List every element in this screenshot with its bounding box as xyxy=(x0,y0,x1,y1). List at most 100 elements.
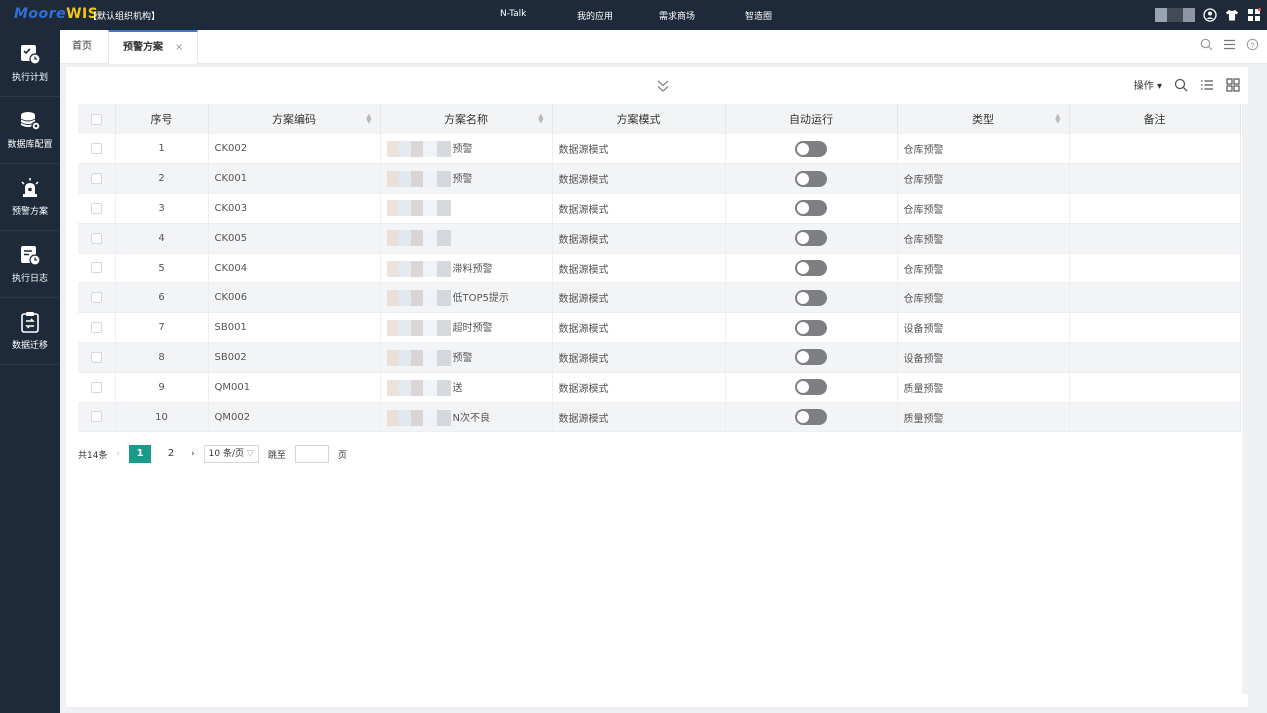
row-checkbox[interactable] xyxy=(90,381,102,393)
column-header-code[interactable]: 方案编码 ▲ ▼ xyxy=(208,104,381,134)
column-header-auto-run: 自动运行 xyxy=(725,104,898,134)
cell-no: 3 xyxy=(115,193,209,224)
app-logo[interactable]: MooreWIS xyxy=(14,6,98,22)
table-search-icon[interactable] xyxy=(1174,78,1188,92)
nav-my-apps[interactable]: 我的应用 xyxy=(577,9,613,22)
cell-code: SB001 xyxy=(208,312,381,344)
row-select-cell[interactable] xyxy=(78,282,116,314)
page-size-value: 10 条/页 xyxy=(208,449,245,459)
column-header-name[interactable]: 方案名称 ▲ ▼ xyxy=(380,104,553,134)
table-row[interactable]: 7 SB001 超时预警 数据源模式 设备预警 xyxy=(78,312,1241,344)
auto-run-toggle[interactable] xyxy=(795,260,827,277)
sidebar-item-warning[interactable]: 预警方案 xyxy=(0,164,60,231)
list-view-icon[interactable] xyxy=(1200,78,1214,92)
row-select-cell[interactable] xyxy=(78,253,116,284)
sidebar-item-log[interactable]: 执行日志 xyxy=(0,231,60,298)
table-row[interactable]: 10 QM002 N次不良 数据源模式 质量预警 xyxy=(78,402,1241,433)
redacted-text xyxy=(386,260,451,277)
sidebar-item-label: 预警方案 xyxy=(11,207,48,217)
nav-ntalk[interactable]: N-Talk xyxy=(500,9,526,19)
select-all-header[interactable] xyxy=(78,104,116,134)
tab-close-icon[interactable]: × xyxy=(175,42,183,53)
content-card: 操作 ▾ 序号 方案编码 ▲ ▼ 方案名称 ▲ ▼ 方案模式 自动运行 类型 ▲ ▼ 备注 … xyxy=(66,67,1248,707)
nav-demand-market[interactable]: 需求商场 xyxy=(659,9,695,22)
warning-plan-table: 序号 方案编码 ▲ ▼ 方案名称 ▲ ▼ 方案模式 自动运行 类型 ▲ ▼ 备注 1 CK00… xyxy=(78,104,1241,433)
table-row[interactable]: 1 CK002 预警 数据源模式 仓库预警 xyxy=(78,134,1241,165)
table-row[interactable]: 9 QM001 送 数据源模式 质量预警 xyxy=(78,372,1241,403)
column-header-type[interactable]: 类型 ▲ ▼ xyxy=(897,104,1070,134)
jump-page-input[interactable] xyxy=(294,445,329,463)
cell-code: SB002 xyxy=(208,342,381,373)
tab-warning-plan[interactable]: 预警方案 × xyxy=(108,30,199,64)
auto-run-toggle[interactable] xyxy=(795,319,827,336)
cell-no: 4 xyxy=(115,223,209,254)
redacted-text xyxy=(386,200,451,217)
row-checkbox[interactable] xyxy=(90,262,102,274)
sort-icon[interactable]: ▲ ▼ xyxy=(366,113,371,125)
row-select-cell[interactable] xyxy=(78,134,116,165)
search-icon[interactable] xyxy=(1200,38,1213,51)
auto-run-toggle[interactable] xyxy=(795,349,827,366)
cell-type: 设备预警 xyxy=(897,312,1070,344)
auto-run-toggle[interactable] xyxy=(795,289,827,306)
cell-auto-run xyxy=(725,402,898,433)
apps-grid-icon[interactable] xyxy=(1247,8,1261,22)
row-select-cell[interactable] xyxy=(78,342,116,373)
sidebar-item-database[interactable]: 数据库配置 xyxy=(0,97,60,164)
redacted-text xyxy=(386,409,451,426)
vertical-scrollbar[interactable] xyxy=(1242,104,1248,694)
auto-run-toggle[interactable] xyxy=(795,170,827,187)
cell-no: 8 xyxy=(115,342,209,373)
table-row[interactable]: 2 CK001 预警 数据源模式 仓库预警 xyxy=(78,163,1241,195)
org-name[interactable]: 【默认组织机构】 xyxy=(88,9,160,22)
table-row[interactable]: 4 CK005 数据源模式 仓库预警 xyxy=(78,223,1241,254)
row-select-cell[interactable] xyxy=(78,312,116,344)
row-checkbox[interactable] xyxy=(90,142,102,154)
sidebar-item-plan[interactable]: 执行计划 xyxy=(0,30,60,97)
auto-run-toggle[interactable] xyxy=(795,230,827,247)
sort-icon[interactable]: ▲ ▼ xyxy=(1055,113,1060,125)
auto-run-toggle[interactable] xyxy=(795,409,827,426)
row-checkbox[interactable] xyxy=(90,321,102,333)
page-number-current[interactable]: 1 xyxy=(129,445,152,463)
row-checkbox[interactable] xyxy=(90,232,102,244)
row-select-cell[interactable] xyxy=(78,223,116,254)
sort-icon[interactable]: ▲ ▼ xyxy=(538,113,543,125)
row-select-cell[interactable] xyxy=(78,402,116,433)
table-row[interactable]: 6 CK006 低TOP5提示 数据源模式 仓库预警 xyxy=(78,282,1241,314)
cell-name-text: 预警 xyxy=(452,352,473,364)
shirt-icon[interactable] xyxy=(1225,8,1239,22)
cell-remark xyxy=(1069,253,1241,284)
prev-page-icon[interactable]: ‹ xyxy=(116,449,120,459)
next-page-icon[interactable]: › xyxy=(191,449,195,459)
row-checkbox[interactable] xyxy=(90,411,102,423)
row-select-cell[interactable] xyxy=(78,193,116,224)
help-icon[interactable]: ? xyxy=(1246,38,1259,51)
nav-smart-circle[interactable]: 智造圈 xyxy=(745,9,772,22)
menu-icon[interactable] xyxy=(1223,38,1236,51)
row-checkbox[interactable] xyxy=(90,172,102,184)
redacted-text xyxy=(386,171,451,188)
page-size-select[interactable]: 10 条/页 ▽ xyxy=(203,445,259,463)
row-checkbox[interactable] xyxy=(90,202,102,214)
table-row[interactable]: 3 CK003 数据源模式 仓库预警 xyxy=(78,193,1241,224)
double-chevron-down-icon[interactable] xyxy=(655,78,671,94)
auto-run-toggle[interactable] xyxy=(795,140,827,157)
sidebar-item-label: 执行计划 xyxy=(11,73,48,83)
row-checkbox[interactable] xyxy=(90,351,102,363)
grid-view-icon[interactable] xyxy=(1226,77,1240,92)
select-all-checkbox[interactable] xyxy=(90,114,102,125)
page-number[interactable]: 2 xyxy=(160,445,182,463)
user-name-redacted[interactable] xyxy=(1155,8,1195,22)
auto-run-toggle[interactable] xyxy=(795,200,827,217)
auto-run-toggle[interactable] xyxy=(795,379,827,396)
operations-dropdown[interactable]: 操作 ▾ xyxy=(1134,77,1162,92)
tab-home[interactable]: 首页 xyxy=(72,30,92,64)
row-select-cell[interactable] xyxy=(78,372,116,403)
row-select-cell[interactable] xyxy=(78,163,116,195)
sidebar-item-migration[interactable]: 数据迁移 xyxy=(0,298,60,365)
table-row[interactable]: 5 CK004 滞料预警 数据源模式 仓库预警 xyxy=(78,253,1241,284)
table-row[interactable]: 8 SB002 预警 数据源模式 设备预警 xyxy=(78,342,1241,373)
user-circle-icon[interactable] xyxy=(1203,8,1217,22)
row-checkbox[interactable] xyxy=(90,292,102,304)
